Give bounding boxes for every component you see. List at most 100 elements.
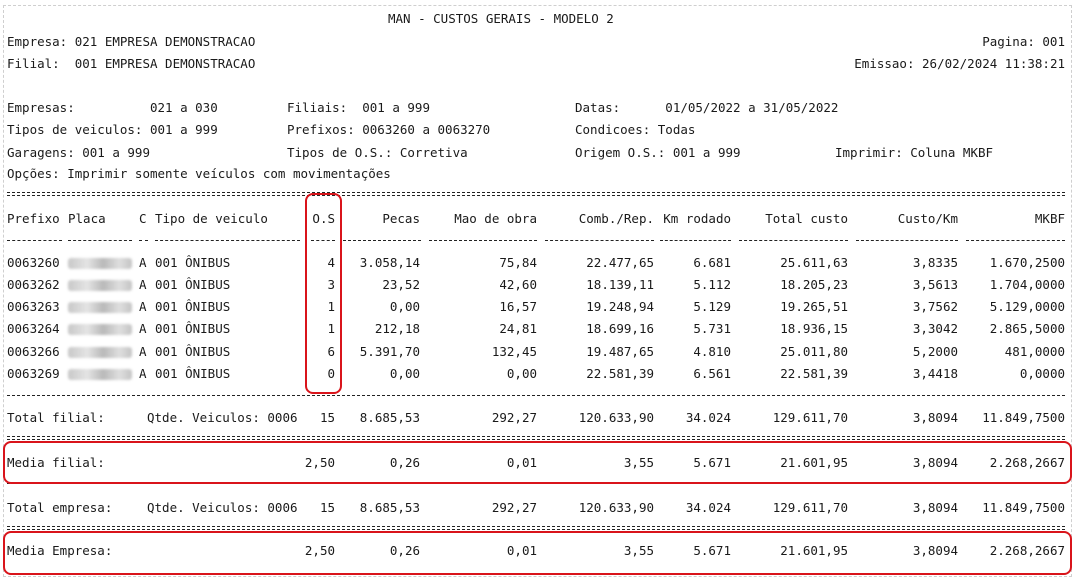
filter-imprimir: Imprimir: Coluna MKBF <box>835 145 994 160</box>
cell-prefixo: 0063266 <box>7 344 60 359</box>
cell-km: 5.129 <box>693 299 731 314</box>
filter-datas: Datas: 01/05/2022 a 31/05/2022 <box>575 100 839 115</box>
cell-tipo: 001 ÔNIBUS <box>155 366 231 381</box>
redacted-plate <box>68 324 132 335</box>
cell-custokm: 3,3042 <box>912 321 958 336</box>
cell-prefixo: 0063262 <box>7 277 60 292</box>
col-mkbf: MKBF <box>1034 211 1065 226</box>
col-total: Total custo <box>765 211 848 226</box>
report-title: MAN - CUSTOS GERAIS - MODELO 2 <box>388 11 614 26</box>
col-custokm: Custo/Km <box>897 211 958 226</box>
cell-total: 18.936,15 <box>780 321 848 336</box>
cell-prefixo: 0063260 <box>7 255 60 270</box>
cell-c: A <box>139 299 147 314</box>
redacted-plate <box>68 280 132 291</box>
total-empresa-double-rule <box>7 526 1065 530</box>
cell-pecas: 5.391,70 <box>359 344 420 359</box>
cell-mao: 24,81 <box>499 321 537 336</box>
cell-total: 19.265,51 <box>780 299 848 314</box>
redacted-plate <box>68 302 132 313</box>
cell-pecas: 0,00 <box>389 366 420 381</box>
total-empresa-mao: 292,27 <box>491 500 537 515</box>
total-empresa-mkbf: 11.849,7500 <box>982 500 1065 515</box>
media-filial-highlight <box>3 441 1072 484</box>
cell-tipo: 001 ÔNIBUS <box>155 277 231 292</box>
cell-tipo: 001 ÔNIBUS <box>155 299 231 314</box>
cell-comb: 22.477,65 <box>586 255 654 270</box>
cell-mkbf: 1.670,2500 <box>989 255 1065 270</box>
cell-mkbf: 5.129,0000 <box>989 299 1065 314</box>
filter-filiais: Filiais: 001 a 999 <box>287 100 430 115</box>
col-prefixo: Prefixo <box>7 211 60 226</box>
total-empresa-custokm: 3,8094 <box>912 500 958 515</box>
cell-c: A <box>139 321 147 336</box>
redacted-plate <box>68 347 132 358</box>
redacted-plate <box>68 369 132 380</box>
page-number: Pagina: 001 <box>982 34 1065 49</box>
filter-opcoes: Opções: Imprimir somente veículos com mo… <box>7 166 391 181</box>
cell-comb: 19.248,94 <box>586 299 654 314</box>
cell-total: 25.011,80 <box>780 344 848 359</box>
cell-total: 18.205,23 <box>780 277 848 292</box>
col-placa: Placa <box>68 211 106 226</box>
cell-c: A <box>139 366 147 381</box>
cell-km: 5.112 <box>693 277 731 292</box>
media-empresa-highlight <box>3 531 1072 575</box>
cell-total: 25.611,63 <box>780 255 848 270</box>
filial-line: Filial: 001 EMPRESA DEMONSTRACAO <box>7 56 256 71</box>
cell-tipo: 001 ÔNIBUS <box>155 255 231 270</box>
cell-custokm: 3,4418 <box>912 366 958 381</box>
cell-prefixo: 0063269 <box>7 366 60 381</box>
cell-km: 6.561 <box>693 366 731 381</box>
cell-custokm: 3,7562 <box>912 299 958 314</box>
empresa-line: Empresa: 021 EMPRESA DEMONSTRACAO <box>7 34 256 49</box>
cell-comb: 18.139,11 <box>586 277 654 292</box>
cell-mkbf: 1.704,0000 <box>989 277 1065 292</box>
cell-custokm: 5,2000 <box>912 344 958 359</box>
filter-prefixos: Prefixos: 0063260 a 0063270 <box>287 122 491 137</box>
filter-garagens: Garagens: 001 a 999 <box>7 145 150 160</box>
cell-comb: 19.487,65 <box>586 344 654 359</box>
cell-pecas: 212,18 <box>374 321 420 336</box>
cell-mao: 132,45 <box>491 344 537 359</box>
cell-mao: 75,84 <box>499 255 537 270</box>
col-km: Km rodado <box>663 211 731 226</box>
total-filial-km: 34.024 <box>685 410 731 425</box>
filter-tipos-os: Tipos de O.S.: Corretiva <box>287 145 468 160</box>
cell-custokm: 3,8335 <box>912 255 958 270</box>
total-empresa-km: 34.024 <box>685 500 731 515</box>
total-filial-double-rule <box>7 436 1065 440</box>
total-filial-qtde: Qtde. Veiculos: 0006 <box>147 410 298 425</box>
total-filial-pecas: 8.685,53 <box>359 410 420 425</box>
total-filial-mao: 292,27 <box>491 410 537 425</box>
col-mao: Mao de obra <box>454 211 537 226</box>
total-filial-os: 15 <box>319 410 335 425</box>
total-filial-label: Total filial: <box>7 410 105 425</box>
cell-mkbf: 481,0000 <box>1004 344 1065 359</box>
emission-date: Emissao: 26/02/2024 11:38:21 <box>854 56 1065 71</box>
cell-mkbf: 2.865,5000 <box>989 321 1065 336</box>
cell-c: A <box>139 255 147 270</box>
col-pecas: Pecas <box>382 211 420 226</box>
total-filial-comb: 120.633,90 <box>578 410 654 425</box>
filter-condicoes: Condicoes: Todas <box>575 122 696 137</box>
filter-empresas: Empresas: 021 a 030 <box>7 100 218 115</box>
cell-pecas: 0,00 <box>389 299 420 314</box>
cell-custokm: 3,5613 <box>912 277 958 292</box>
filter-tipos-veiculos: Tipos de veiculos: 001 a 999 <box>7 122 218 137</box>
cell-pecas: 23,52 <box>382 277 420 292</box>
cell-tipo: 001 ÔNIBUS <box>155 321 231 336</box>
total-empresa-pecas: 8.685,53 <box>359 500 420 515</box>
col-tipo: Tipo de veiculo <box>155 211 268 226</box>
cell-prefixo: 0063264 <box>7 321 60 336</box>
cell-km: 5.731 <box>693 321 731 336</box>
total-empresa-comb: 120.633,90 <box>578 500 654 515</box>
total-empresa-qtde: Qtde. Veiculos: 0006 <box>147 500 298 515</box>
cell-mao: 16,57 <box>499 299 537 314</box>
cell-c: A <box>139 277 147 292</box>
redacted-plate <box>68 258 132 269</box>
cell-c: A <box>139 344 147 359</box>
total-filial-mkbf: 11.849,7500 <box>982 410 1065 425</box>
cell-mkbf: 0,0000 <box>1019 366 1065 381</box>
total-filial-custokm: 3,8094 <box>912 410 958 425</box>
